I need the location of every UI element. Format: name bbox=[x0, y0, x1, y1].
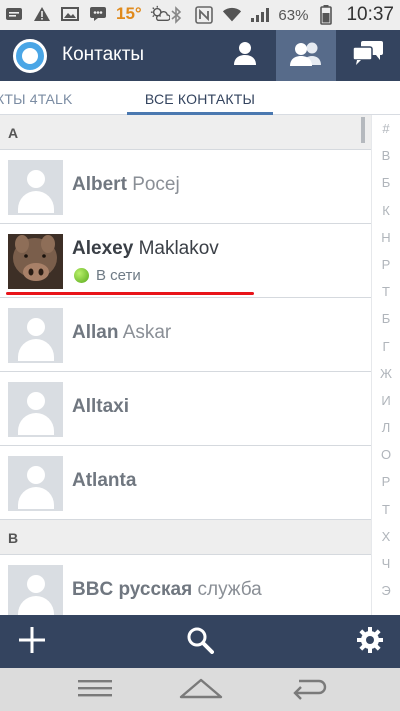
page-title: Контакты bbox=[62, 44, 145, 65]
index-letter[interactable]: Э bbox=[372, 577, 400, 604]
index-letter[interactable]: В bbox=[372, 142, 400, 169]
contact-name: BBC русская служба bbox=[72, 579, 262, 601]
avatar-placeholder-icon bbox=[8, 308, 63, 363]
wifi-icon bbox=[222, 5, 242, 25]
index-letter[interactable]: Б bbox=[372, 305, 400, 332]
contact-last-name: Maklakov bbox=[138, 238, 219, 259]
contact-name: Atlanta bbox=[72, 470, 136, 492]
add-icon bbox=[18, 626, 46, 659]
app-logo-icon[interactable] bbox=[13, 39, 47, 73]
index-letter[interactable]: Т bbox=[372, 278, 400, 305]
contact-row[interactable]: Alexey Maklakov В сети bbox=[0, 224, 371, 298]
index-letter[interactable]: Н bbox=[372, 224, 400, 251]
signal-icon bbox=[250, 5, 270, 25]
contact-row[interactable]: Alltaxi bbox=[0, 372, 371, 446]
contact-first-name: Alltaxi bbox=[72, 396, 130, 417]
alphabet-index[interactable]: # В Б К Н Р Т Б Г Ж И Л О Р Т Х Ч Э bbox=[371, 115, 400, 615]
contact-last-name: служба bbox=[197, 579, 262, 600]
search-icon bbox=[186, 626, 214, 659]
contact-last-name: Askar bbox=[122, 322, 172, 343]
home-icon bbox=[179, 677, 223, 704]
system-nav-bar bbox=[0, 668, 400, 711]
add-contact-button[interactable] bbox=[12, 623, 52, 661]
avatar-photo bbox=[8, 234, 63, 289]
contact-first-name: Allan bbox=[72, 322, 119, 343]
index-letter[interactable]: Л bbox=[372, 414, 400, 441]
index-letter[interactable]: Б bbox=[372, 169, 400, 196]
contact-first-name: Atlanta bbox=[72, 470, 137, 491]
online-status-text: В сети bbox=[96, 267, 141, 284]
index-letter[interactable]: # bbox=[372, 115, 400, 142]
index-letter[interactable]: Ж bbox=[372, 360, 400, 387]
chat-icon bbox=[88, 4, 108, 24]
avatar-placeholder-icon bbox=[8, 382, 63, 437]
index-letter[interactable]: К bbox=[372, 197, 400, 224]
battery-icon bbox=[316, 5, 336, 25]
online-status: В сети bbox=[74, 267, 141, 284]
contact-name: Alexey Maklakov bbox=[72, 238, 219, 260]
index-letter[interactable]: Г bbox=[372, 333, 400, 360]
red-underline-annotation bbox=[6, 292, 254, 295]
online-dot-icon bbox=[74, 268, 89, 283]
tab-4talk-contacts[interactable]: КТЫ 4TALK bbox=[0, 91, 73, 107]
single-contact-icon bbox=[232, 40, 258, 71]
back-button[interactable] bbox=[284, 674, 334, 706]
chats-button[interactable] bbox=[338, 30, 398, 81]
home-button[interactable] bbox=[176, 674, 226, 706]
index-letter[interactable]: И bbox=[372, 387, 400, 414]
single-contact-button[interactable] bbox=[215, 30, 275, 81]
index-letter[interactable]: Р bbox=[372, 251, 400, 278]
app-header: Контакты bbox=[0, 30, 400, 81]
index-letter[interactable]: Х bbox=[372, 523, 400, 550]
warning-icon bbox=[32, 4, 52, 24]
index-letter[interactable]: Р bbox=[372, 468, 400, 495]
index-letter[interactable]: Ч bbox=[372, 550, 400, 577]
avatar-placeholder-icon bbox=[8, 456, 63, 511]
settings-gear-icon bbox=[356, 626, 384, 659]
contact-name: Albert Pocej bbox=[72, 174, 180, 196]
image-icon bbox=[60, 4, 80, 24]
sms-icon bbox=[4, 4, 24, 24]
list-scrollbar[interactable] bbox=[361, 117, 365, 143]
clock: 10:37 bbox=[346, 4, 394, 25]
avatar-placeholder-icon bbox=[8, 160, 63, 215]
avatar-placeholder-icon bbox=[8, 565, 63, 615]
contact-list[interactable]: A Albert Pocej Alexey Maklakov В сети Al… bbox=[0, 115, 371, 615]
contact-name: Alltaxi bbox=[72, 396, 129, 418]
contact-name: Allan Askar bbox=[72, 322, 171, 344]
contact-tabs: КТЫ 4TALK ВСЕ КОНТАКТЫ bbox=[0, 81, 400, 115]
contact-row[interactable]: Albert Pocej bbox=[0, 150, 371, 224]
contact-last-name: Pocej bbox=[132, 174, 180, 195]
index-letter[interactable]: Т bbox=[372, 496, 400, 523]
contact-row[interactable]: Atlanta bbox=[0, 446, 371, 520]
contacts-group-button[interactable] bbox=[276, 30, 336, 81]
status-bar: 15° 63% 10:37 bbox=[0, 0, 400, 30]
temperature-text: 15° bbox=[116, 4, 142, 23]
bluetooth-icon bbox=[166, 5, 186, 25]
settings-button[interactable] bbox=[350, 623, 390, 661]
section-header: B bbox=[0, 520, 371, 555]
section-letter: B bbox=[8, 530, 19, 546]
contact-first-name: Alexey bbox=[72, 238, 134, 259]
tab-all-contacts[interactable]: ВСЕ КОНТАКТЫ bbox=[127, 91, 273, 107]
menu-button[interactable] bbox=[70, 674, 120, 706]
battery-percent: 63% bbox=[278, 6, 309, 24]
section-letter: A bbox=[8, 125, 19, 141]
contacts-group-icon bbox=[289, 40, 323, 71]
back-icon bbox=[289, 676, 329, 705]
search-button[interactable] bbox=[180, 623, 220, 661]
section-header: A bbox=[0, 115, 371, 150]
contact-row[interactable]: Allan Askar bbox=[0, 298, 371, 372]
chat-bubbles-icon bbox=[352, 40, 384, 71]
contact-first-name: BBC русская bbox=[72, 579, 193, 600]
bottom-toolbar bbox=[0, 615, 400, 668]
index-letter[interactable]: О bbox=[372, 441, 400, 468]
menu-icon bbox=[78, 679, 112, 702]
contact-row[interactable]: BBC русская служба bbox=[0, 555, 371, 615]
nfc-icon bbox=[194, 5, 214, 25]
contact-first-name: Albert bbox=[72, 174, 127, 195]
